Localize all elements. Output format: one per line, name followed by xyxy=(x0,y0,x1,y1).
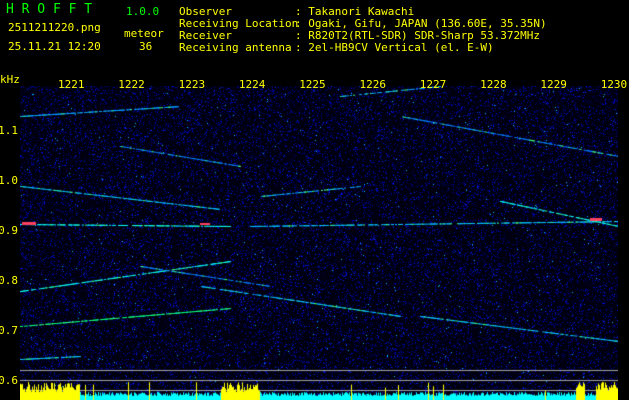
x-tick-label: 1224 xyxy=(238,78,266,91)
x-tick-label: 1223 xyxy=(178,78,206,91)
x-tick-label: 1228 xyxy=(480,78,507,91)
y-tick-label: 1.1 xyxy=(0,124,18,137)
x-tick-label: 1225 xyxy=(299,78,326,91)
y-tick-label: 0.8 xyxy=(0,274,18,287)
info-value: : 2el-HB9CV Vertical (el. E-W) xyxy=(295,41,494,54)
file-datetime: 25.11.21 12:20 xyxy=(8,40,101,53)
x-tick-label: 1221 xyxy=(58,78,85,91)
x-tick-label: 1230 xyxy=(600,78,628,91)
x-tick-label: 1222 xyxy=(118,78,145,91)
app-title: H R O F F T xyxy=(6,2,93,17)
y-tick-label: 0.6 xyxy=(0,374,18,387)
info-label: Receiving antenna xyxy=(179,41,292,54)
x-tick-label: 1227 xyxy=(419,78,447,91)
x-tick-label: 1226 xyxy=(359,78,387,91)
app-version: 1.0.0 xyxy=(126,5,160,18)
y-tick-label: 0.9 xyxy=(0,224,18,237)
meteor-count: 36 xyxy=(139,40,153,53)
file-name: 2511211220.png xyxy=(8,21,101,34)
y-tick-label: 0.7 xyxy=(0,324,18,337)
meteor-label: meteor xyxy=(124,27,164,40)
spectrogram xyxy=(20,86,618,400)
x-tick-label: 1229 xyxy=(540,78,567,91)
y-tick-label: 1.0 xyxy=(0,174,18,187)
y-axis-unit: kHz xyxy=(0,73,20,86)
